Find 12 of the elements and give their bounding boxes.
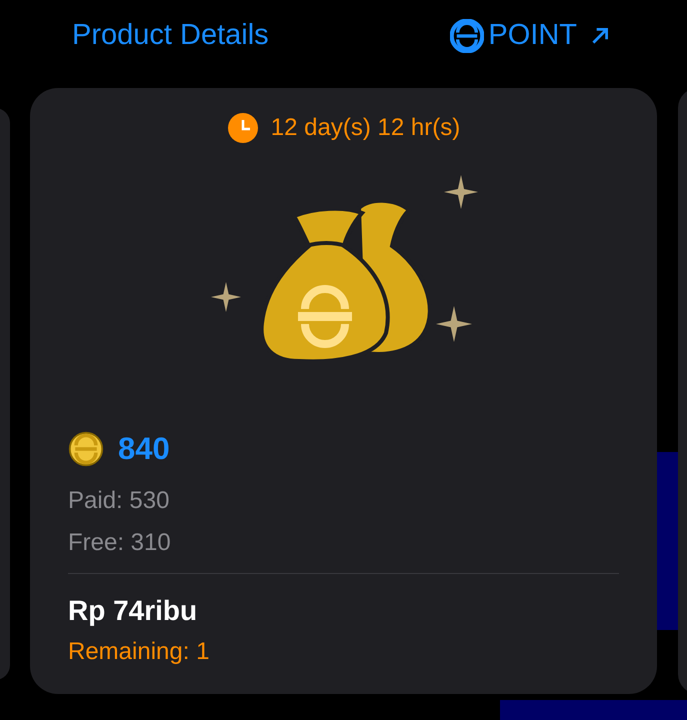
clock-icon — [226, 112, 259, 144]
coin-icon — [68, 431, 104, 468]
timer-text: 12 day(s) 12 hr(s) — [270, 113, 460, 143]
price-text: Rp 74ribu — [68, 594, 198, 628]
points-value: 840 — [118, 430, 170, 468]
remaining-text: Remaining: 1 — [68, 636, 210, 666]
paid-points: Paid: 530 — [68, 486, 170, 516]
coin-icon — [450, 19, 484, 53]
product-card[interactable]: 12 day(s) 12 hr(s) 840 Paid: 530 Free: 310 Rp 74ribu Remaining: 1 — [30, 88, 657, 694]
free-points: Free: 310 — [68, 528, 172, 558]
point-link[interactable]: POINT — [450, 14, 611, 58]
page-title: Product Details — [72, 18, 269, 54]
